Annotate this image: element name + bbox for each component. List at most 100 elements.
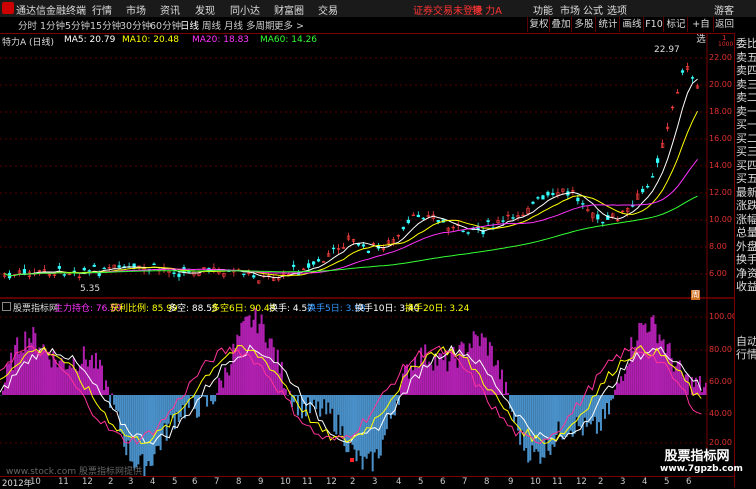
mark-button[interactable]: 标记: [663, 17, 688, 32]
multi-stock-button[interactable]: 多股: [571, 17, 596, 32]
indicator-bar-neg: [562, 395, 564, 440]
menu-xuanxiang[interactable]: 选项: [607, 2, 627, 17]
indicator-bar-pos: [667, 344, 669, 395]
menu-hangqing[interactable]: 行情: [92, 2, 112, 17]
candle-body: [252, 276, 255, 278]
indicator-name[interactable]: 股票指标网: [13, 301, 58, 314]
overlay-button[interactable]: 叠加: [549, 17, 572, 32]
indicator-bar-neg: [564, 395, 566, 437]
sidebar-item[interactable]: 委比: [736, 37, 756, 50]
f10-button[interactable]: F10: [643, 17, 664, 32]
candle-body: [537, 197, 540, 198]
indicator-bar-neg: [154, 395, 156, 454]
chart-area[interactable]: [0, 33, 734, 476]
sidebar-item[interactable]: 卖一: [736, 105, 756, 118]
indicator-bar-pos: [271, 339, 273, 395]
tab-weekly[interactable]: 周线: [202, 18, 221, 32]
indicator-bar-neg: [307, 395, 309, 398]
sidebar-item[interactable]: 总量: [736, 226, 756, 239]
sidebar-item[interactable]: 买三: [736, 145, 756, 158]
indicator-bar-neg: [129, 395, 131, 461]
menu-tongxiaoda[interactable]: 同小达: [230, 2, 260, 17]
indicator-bar-neg: [212, 395, 214, 404]
indicator-bar-neg: [529, 395, 531, 461]
indicator-bar-pos: [444, 350, 446, 395]
sidebar-item[interactable]: 卖五: [736, 51, 756, 64]
indicator-bar-neg: [515, 395, 517, 417]
indicator-bar-pos: [61, 358, 63, 395]
indicator-bar-pos: [105, 380, 107, 395]
tab-more[interactable]: 更多 >: [274, 18, 304, 32]
tab-60min[interactable]: 60分钟: [150, 18, 181, 32]
corner-label-1000: 1000: [718, 41, 733, 48]
indicator-bar-neg: [543, 395, 545, 458]
indicator-bar-neg: [604, 395, 606, 419]
indicator-bar-pos: [10, 353, 12, 395]
user-guest[interactable]: 游客: [714, 2, 734, 17]
indicator-bar-pos: [436, 366, 438, 395]
tab-5min[interactable]: 5分钟: [65, 18, 90, 32]
candle-body: [691, 77, 694, 78]
indicator-bar-neg: [606, 395, 608, 403]
sidebar-item[interactable]: 外盘: [736, 240, 756, 253]
sidebar-item[interactable]: 涨跌: [736, 199, 756, 212]
menu-faxian[interactable]: 发现: [195, 2, 215, 17]
indicator-bar-pos: [430, 365, 432, 395]
candle-body: [178, 274, 181, 277]
indicator-bar-pos: [426, 365, 428, 395]
time-axis-label: 11: [552, 477, 563, 487]
indicator-bar-neg: [319, 395, 321, 417]
fuquan-button[interactable]: 复权: [527, 17, 550, 32]
indicator-bar-pos: [48, 359, 50, 395]
candle-body: [542, 196, 545, 199]
indicator-bar-pos: [16, 337, 18, 395]
sidebar-item[interactable]: 卖四: [736, 64, 756, 77]
sidebar-item[interactable]: 买二: [736, 132, 756, 145]
time-axis-label: 2012年: [2, 477, 32, 489]
sidebar-item[interactable]: 买五: [736, 172, 756, 185]
tab-multi-period[interactable]: 多周期: [246, 18, 275, 32]
indicator-bar-neg: [335, 395, 337, 434]
menu-zixun[interactable]: 资讯: [160, 2, 180, 17]
indicator-bar-pos: [663, 339, 665, 395]
back-button[interactable]: 返回: [713, 17, 735, 32]
candle-body: [641, 189, 644, 192]
draw-line-button[interactable]: 画线: [619, 17, 644, 32]
tab-1min[interactable]: 1分钟: [40, 18, 65, 32]
indicator-bar-neg: [382, 395, 384, 440]
sidebar-item[interactable]: 买四: [736, 159, 756, 172]
sidebar-item[interactable]: 最新: [736, 186, 756, 199]
sidebar-item[interactable]: 换手: [736, 253, 756, 266]
menu-shichang[interactable]: 市场: [126, 2, 146, 17]
indicator-bar-neg: [113, 395, 115, 405]
add-watchlist-button[interactable]: +自选: [687, 17, 714, 32]
menu-shichang-right[interactable]: 市场: [560, 2, 580, 17]
sidebar-item[interactable]: 收益: [736, 280, 756, 293]
statistics-button[interactable]: 统计: [595, 17, 620, 32]
tab-15min[interactable]: 15分钟: [90, 18, 121, 32]
indicator-bar-pos: [20, 352, 22, 395]
collapse-icon[interactable]: [2, 302, 11, 311]
menu-caifuquan[interactable]: 财富圈: [274, 2, 304, 17]
sidebar-item[interactable]: 卖三: [736, 78, 756, 91]
tab-daily[interactable]: 日线: [180, 18, 199, 32]
sidebar-bottom-item[interactable]: 行情: [736, 348, 756, 361]
ma-legend-item: MA60: 14.26: [260, 35, 317, 45]
indicator-bar-pos: [44, 348, 46, 395]
tab-30min[interactable]: 30分钟: [120, 18, 151, 32]
sidebar-item[interactable]: 卖二: [736, 91, 756, 104]
menu-gongshi[interactable]: 公式: [583, 2, 603, 17]
sidebar-item[interactable]: 净资: [736, 267, 756, 280]
sidebar-item[interactable]: 涨幅: [736, 213, 756, 226]
candle-body: [402, 227, 405, 229]
sidebar-item[interactable]: 买一: [736, 118, 756, 131]
menu-jiaoyi[interactable]: 交易: [318, 2, 338, 17]
period-marker[interactable]: 周: [691, 290, 700, 300]
indicator-bar-pos: [648, 332, 650, 395]
tab-fenshi[interactable]: 分时: [18, 18, 37, 32]
tab-monthly[interactable]: 月线: [224, 18, 243, 32]
sidebar-bottom-item[interactable]: 自动: [736, 335, 756, 348]
menu-gongneng[interactable]: 功能: [533, 2, 553, 17]
indicator-bar-pos: [101, 366, 103, 395]
candle-body: [332, 248, 335, 249]
